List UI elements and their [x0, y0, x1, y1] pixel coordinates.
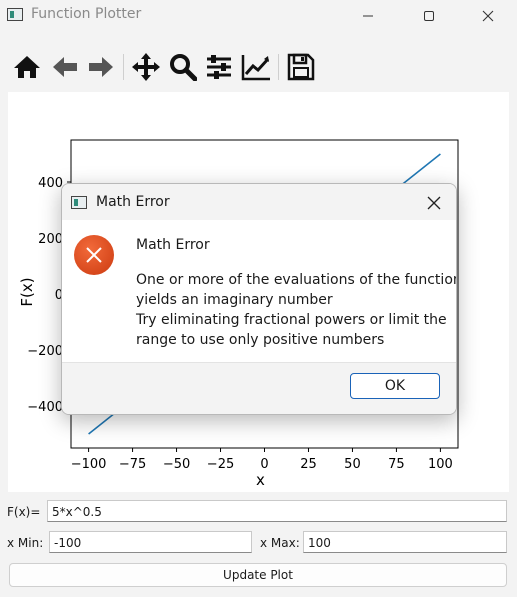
- y-tick-label: −200: [27, 344, 63, 359]
- xmin-input[interactable]: -100: [49, 531, 252, 553]
- y-tick-label: 400: [38, 176, 63, 191]
- back-arrow-icon: [53, 57, 77, 77]
- dialog-message-line: range to use only positive numbers: [136, 332, 385, 348]
- x-tick-label: 0: [260, 457, 268, 472]
- maximize-icon: [424, 11, 434, 21]
- zoom-button[interactable]: [168, 52, 198, 82]
- x-axis-label: x: [256, 471, 265, 489]
- xmin-label: x Min:: [7, 536, 44, 550]
- dialog-message-line: yields an imaginary number: [136, 292, 333, 308]
- configure-subplots-icon: [207, 55, 231, 79]
- close-icon: [482, 10, 494, 22]
- forward-button[interactable]: [86, 52, 116, 82]
- range-row: x Min: -100 x Max: 100: [0, 531, 517, 555]
- configure-subplots-button[interactable]: [204, 52, 234, 82]
- x-tick-label: 75: [388, 457, 405, 472]
- pan-button[interactable]: [131, 52, 161, 82]
- dialog-message-line: Try eliminating fractional powers or lim…: [136, 312, 447, 328]
- math-error-dialog: Math Error Math Error One or more of the…: [61, 183, 457, 415]
- x-tick-label: −50: [163, 457, 190, 472]
- fx-input[interactable]: 5*x^0.5: [47, 500, 507, 522]
- x-tick-label: 25: [300, 457, 317, 472]
- maximize-button[interactable]: [406, 0, 452, 32]
- dialog-footer: OK: [62, 362, 456, 414]
- dialog-message: One or more of the evaluations of the fu…: [136, 270, 457, 350]
- home-icon: [14, 56, 40, 78]
- dialog-message-line: One or more of the evaluations of the fu…: [136, 272, 457, 288]
- ok-button[interactable]: OK: [350, 373, 440, 399]
- toolbar-separator: [123, 54, 124, 80]
- navigation-toolbar: [0, 48, 517, 86]
- x-tick-label: −75: [119, 457, 146, 472]
- dialog-title-bar: Math Error: [62, 184, 456, 220]
- error-icon: [74, 235, 114, 275]
- dialog-title: Math Error: [96, 194, 170, 210]
- window-title: Function Plotter: [31, 6, 142, 22]
- close-button[interactable]: [465, 0, 511, 32]
- y-tick-label: 200: [38, 232, 63, 247]
- toolbar-separator: [278, 54, 279, 80]
- zoom-icon: [170, 54, 197, 81]
- title-bar: Function Plotter: [0, 0, 517, 32]
- x-tick-label: −25: [207, 457, 234, 472]
- x-tick-label: 100: [428, 457, 453, 472]
- xmax-label: x Max:: [260, 536, 300, 550]
- edit-axis-icon: [241, 55, 270, 81]
- edit-axis-button[interactable]: [241, 52, 271, 82]
- forward-arrow-icon: [89, 57, 113, 77]
- dialog-heading: Math Error: [136, 237, 210, 253]
- pan-move-icon: [132, 53, 160, 81]
- y-axis-label: F(x): [18, 277, 36, 306]
- close-icon: [427, 196, 441, 210]
- dialog-close-button[interactable]: [424, 193, 444, 213]
- minimize-icon: [363, 15, 373, 17]
- y-tick-label: −400: [27, 400, 63, 415]
- dialog-app-icon: [71, 196, 87, 209]
- minimize-button[interactable]: [345, 0, 391, 32]
- back-button[interactable]: [50, 52, 80, 82]
- x-tick-label: 50: [344, 457, 361, 472]
- home-button[interactable]: [12, 52, 42, 82]
- app-icon: [7, 8, 23, 21]
- function-row: F(x)= 5*x^0.5: [0, 500, 517, 524]
- save-icon: [287, 53, 315, 81]
- x-tick-label: −100: [71, 457, 107, 472]
- update-plot-button[interactable]: Update Plot: [9, 563, 507, 587]
- fx-label: F(x)=: [7, 505, 41, 519]
- save-button[interactable]: [286, 52, 316, 82]
- xmax-input[interactable]: 100: [303, 531, 507, 553]
